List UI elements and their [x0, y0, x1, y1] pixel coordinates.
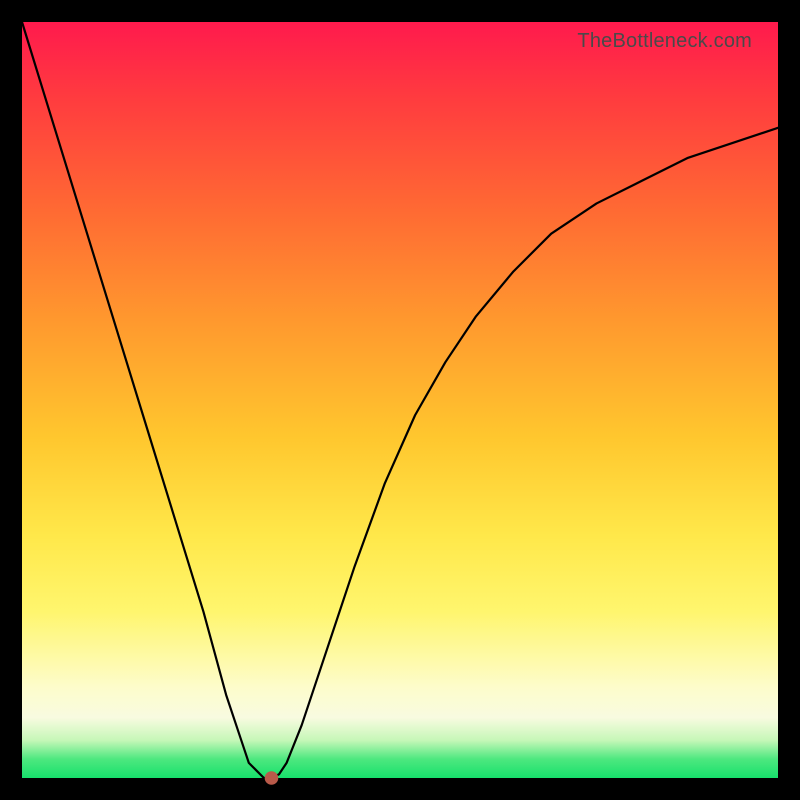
minimum-marker [265, 771, 279, 785]
plot-area: TheBottleneck.com [22, 22, 778, 778]
curve-path [22, 22, 778, 778]
chart-frame: TheBottleneck.com [0, 0, 800, 800]
bottleneck-curve [22, 22, 778, 778]
